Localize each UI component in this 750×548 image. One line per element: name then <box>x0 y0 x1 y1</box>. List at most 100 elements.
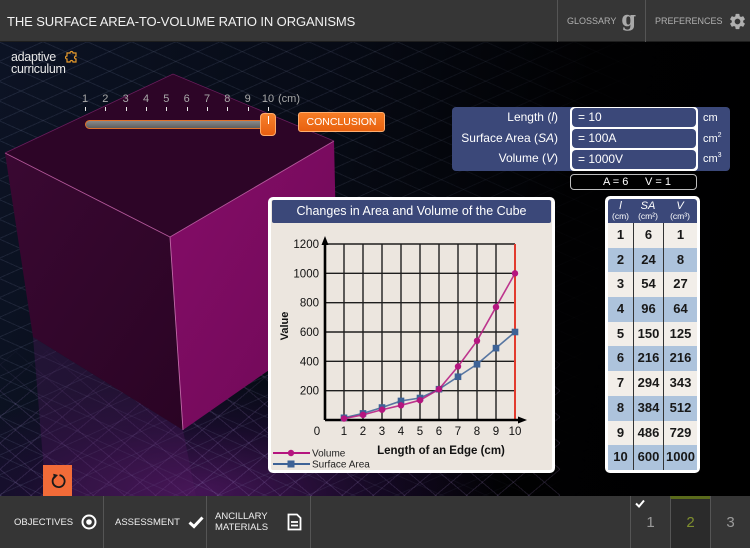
length-cell: 10 <box>613 449 628 465</box>
x-tick-label: 6 <box>436 426 442 438</box>
table-row: 4 96 64 <box>608 297 697 322</box>
table-row: 9 486 729 <box>608 420 697 446</box>
unit-text: cm <box>703 153 718 165</box>
surface-area-cell: 54 <box>633 272 663 298</box>
puzzle-icon <box>65 50 77 63</box>
length-cell: 8 <box>616 399 625 415</box>
length-cell: 3 <box>616 276 625 292</box>
table-header: l (cm) SA (cm²) V (cm³) <box>608 199 697 223</box>
volume-point <box>492 303 500 311</box>
assessment-label: ASSESSMENT <box>115 516 180 528</box>
checkmark-icon <box>635 499 645 508</box>
length-cell: 5 <box>616 325 625 341</box>
x-tick-label: 5 <box>417 426 423 438</box>
ancillary-materials-button[interactable]: ANCILLARY MATERIALS <box>207 496 311 548</box>
length-unit: cm <box>703 111 718 124</box>
preferences-button[interactable]: PREFERENCES <box>645 0 750 42</box>
surface-area-point <box>454 373 462 381</box>
header-variable: SA <box>640 200 656 212</box>
y-tick-label: 1000 <box>293 268 319 280</box>
volume-cell: 729 <box>663 420 697 446</box>
volume-field[interactable]: = 1000V <box>572 150 696 169</box>
label-text: ) <box>554 110 558 124</box>
volume-series-line <box>343 272 516 420</box>
lesson-title: THE SURFACE AREA-TO-VOLUME RATIO IN ORGA… <box>7 14 356 29</box>
volume-cell: 343 <box>663 371 697 396</box>
volume-cell: 64 <box>663 297 697 322</box>
volume-cell: 1000 <box>663 445 697 470</box>
length-cell: 6 <box>616 350 625 366</box>
x-tick-label: 10 <box>509 426 522 438</box>
x-axis-title: Length of an Edge (cm) <box>377 445 505 457</box>
volume-point <box>397 402 405 409</box>
volume-label: Volume (V) <box>499 151 558 165</box>
top-bar: THE SURFACE AREA-TO-VOLUME RATIO IN ORGA… <box>0 0 750 42</box>
table-row: 7 294 343 <box>608 371 697 396</box>
slider-tick-mark <box>125 107 127 111</box>
document-icon <box>287 513 302 531</box>
volume-cell: 216 <box>663 346 697 372</box>
slider-track[interactable] <box>85 120 275 129</box>
assessment-button[interactable]: ASSESSMENT <box>104 496 207 548</box>
page-tab-1[interactable]: 1 <box>630 496 670 548</box>
slider-tick-label: 4 <box>142 93 150 105</box>
surface-area-cell: 150 <box>633 321 663 347</box>
slider-tick-label: 3 <box>122 93 129 105</box>
x-tick-label: 4 <box>398 426 405 438</box>
length-cell: 4 <box>616 301 625 317</box>
surface-area-point <box>492 344 500 352</box>
conclusion-button[interactable]: CONCLUSION <box>298 112 385 132</box>
logo-line-2: curriculum <box>11 62 66 76</box>
x-tick-label: 0 <box>314 426 320 438</box>
volume-point <box>473 337 481 344</box>
checkmark-icon <box>188 516 204 529</box>
objectives-button[interactable]: OBJECTIVES <box>0 496 104 548</box>
glossary-label: GLOSSARY <box>567 16 617 26</box>
objectives-label: OBJECTIVES <box>14 516 74 528</box>
surface-area-cell: 600 <box>633 445 663 470</box>
page-tab-3[interactable]: 3 <box>710 496 750 548</box>
undo-icon <box>51 473 65 488</box>
variable-symbol: SA <box>537 131 554 145</box>
table-row: 161 <box>608 223 697 248</box>
table-row: 8 384 512 <box>608 395 697 421</box>
glossary-button[interactable]: GLOSSARY g <box>557 0 645 42</box>
x-tick-label: 3 <box>379 426 385 438</box>
length-field[interactable]: = 10 <box>572 108 696 127</box>
volume-point <box>340 415 348 422</box>
surface-area-label: Surface Area (SA) <box>461 131 558 145</box>
surface-area-cell: 6 <box>633 223 663 248</box>
slider-tick-mark <box>227 107 229 111</box>
slider-tick-label: 8 <box>224 93 231 105</box>
volume-cell: 8 <box>663 247 697 273</box>
x-tick-label: 8 <box>474 426 480 438</box>
reset-button[interactable] <box>43 465 72 496</box>
volume-unit-key: V = 1 <box>645 176 671 188</box>
surface-area-cell: 24 <box>633 247 663 273</box>
surface-area-point <box>511 328 519 336</box>
x-axis-arrow <box>518 416 527 424</box>
slider-tick-mark <box>166 107 168 111</box>
length-cell: 2 <box>616 251 625 267</box>
volume-point <box>416 397 424 404</box>
preferences-label: PREFERENCES <box>655 16 723 26</box>
length-cell: 7 <box>616 375 625 391</box>
surface-area-unit: cm2 <box>703 132 722 145</box>
volume-point <box>435 386 443 393</box>
volume-point <box>511 270 519 277</box>
surface-area-field[interactable]: = 100A <box>572 129 696 148</box>
y-tick-label: 400 <box>300 356 319 368</box>
header-variable: l <box>619 200 622 212</box>
data-table: l (cm) SA (cm²) V (cm³) 1 6 1 2 24 8 3 54 27 4 96 64 5 150… <box>605 196 700 473</box>
y-tick-label: 600 <box>300 327 319 339</box>
y-tick-label: 1200 <box>293 239 319 251</box>
slider-thumb[interactable] <box>260 113 276 136</box>
slider-tick-mark <box>268 107 269 111</box>
measurements-panel: Length (l) Surface Area (SA) Volume (V) … <box>452 107 730 171</box>
table-row: 10 600 1000 <box>608 445 697 470</box>
area-unit-key: A = 6 <box>603 176 629 188</box>
table-body: 1 6 1 2 24 8 3 54 27 4 96 64 5 150 125 6 216 216 7 294 343 8 3… <box>608 223 697 470</box>
surface-area-cell: 384 <box>633 395 663 421</box>
adaptive-curriculum-logo: adaptive curriculum <box>11 51 77 76</box>
page-tab-2[interactable]: 2 <box>670 496 710 548</box>
